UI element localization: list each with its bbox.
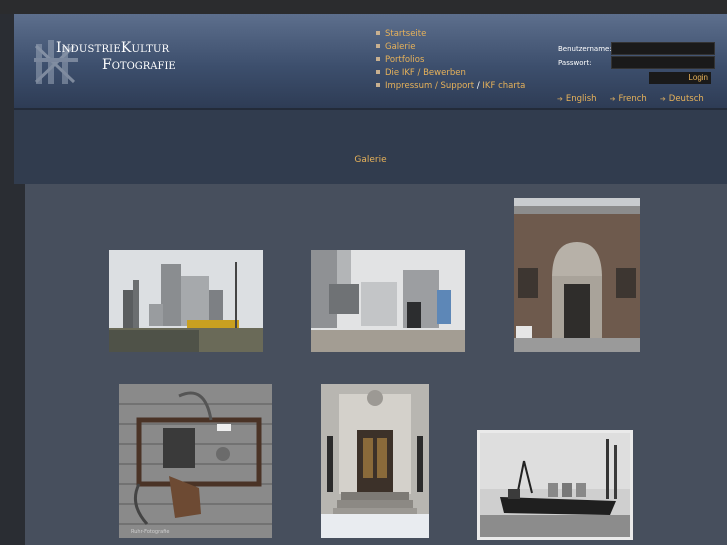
bullet-icon	[376, 83, 380, 87]
nav-item-startseite[interactable]: Startseite	[376, 28, 525, 41]
page-title: Galerie	[354, 155, 387, 165]
nav-item-portfolios[interactable]: Portfolios	[376, 54, 525, 67]
photo-silos	[311, 250, 465, 352]
login-button[interactable]: Login	[649, 72, 711, 84]
nav-item-die-ikf[interactable]: Die IKF / Bewerben	[376, 67, 525, 80]
nav-label[interactable]: Portfolios	[385, 55, 424, 65]
top-bar	[0, 0, 727, 14]
site-logo[interactable]: IndustrieKultur Fotografie	[34, 38, 194, 90]
lang-english[interactable]: ➔ English	[557, 94, 597, 104]
bullet-icon	[376, 44, 380, 48]
nav-item-impressum: Impressum / Support / IKF charta	[376, 80, 525, 93]
nav-item-galerie[interactable]: Galerie	[376, 41, 525, 54]
gallery-thumbnail-silos[interactable]	[311, 250, 465, 352]
photo-art-deco-entrance	[321, 384, 429, 538]
nav-link-impressum[interactable]: Impressum / Support	[385, 81, 474, 91]
gallery-thumbnail-electric-box[interactable]: Ruhr-Fotografie	[119, 384, 272, 538]
arrow-right-icon: ➔	[557, 95, 563, 103]
lang-label: English	[565, 94, 597, 104]
site-header: IndustrieKultur Fotografie Startseite Ga…	[14, 14, 727, 110]
logo-text-line2: Fotografie	[102, 57, 176, 73]
password-label: Passwort:	[558, 59, 592, 67]
gallery-thumbnail-cargo-ship[interactable]	[477, 430, 633, 540]
nav-link-ikf-charta[interactable]: IKF charta	[482, 81, 525, 91]
username-label: Benutzername:	[558, 45, 612, 53]
arrow-right-icon: ➔	[659, 95, 666, 103]
photo-caption: Ruhr-Fotografie	[131, 529, 170, 535]
arrow-right-icon: ➔	[609, 95, 616, 103]
gallery-thumbnail-industrial-plant[interactable]	[109, 250, 263, 352]
lang-label: Deutsch	[668, 94, 704, 104]
photo-electric-box	[119, 384, 272, 538]
password-field[interactable]	[611, 56, 715, 69]
photo-gatehouse	[514, 198, 640, 352]
main-navigation: Startseite Galerie Portfolios Die IKF / …	[376, 28, 525, 93]
lang-deutsch[interactable]: ➔ Deutsch	[660, 94, 704, 104]
logo-text-line1: IndustrieKultur	[56, 40, 170, 56]
nav-label[interactable]: Die IKF / Bewerben	[385, 68, 466, 78]
bullet-icon	[376, 57, 380, 61]
photo-cargo-ship	[480, 433, 630, 537]
lang-label: French	[618, 94, 647, 104]
nav-label[interactable]: Startseite	[385, 29, 426, 39]
gallery-thumbnail-art-deco-entrance[interactable]	[321, 384, 429, 538]
nav-label[interactable]: Galerie	[385, 42, 415, 52]
photo-industrial-plant	[109, 250, 263, 352]
bullet-icon	[376, 31, 380, 35]
gallery-thumbnail-gatehouse[interactable]	[514, 198, 640, 352]
lang-french[interactable]: ➔ French	[610, 94, 647, 104]
gallery-grid: Ruhr-Fotografie	[25, 184, 727, 545]
username-field[interactable]	[611, 42, 715, 55]
language-switcher: ➔ English ➔ French ➔ Deutsch	[557, 86, 712, 105]
bullet-icon	[376, 70, 380, 74]
title-band: Galerie	[14, 110, 727, 184]
